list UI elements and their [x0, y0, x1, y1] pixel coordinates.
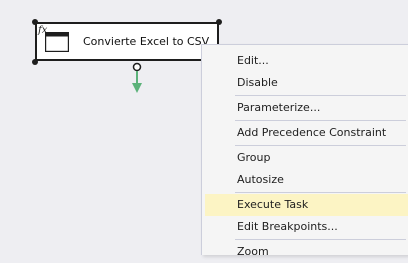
menu-item-disable[interactable]: Disable [205, 72, 408, 94]
menu-item-autosize[interactable]: Autosize [205, 169, 408, 191]
menu-item-group[interactable]: Group [205, 147, 408, 169]
menu-item-execute-task[interactable]: Execute Task [205, 194, 408, 216]
menu-separator [235, 239, 406, 240]
menu-item-zoom[interactable]: Zoom [205, 241, 408, 263]
window-task-icon [45, 32, 69, 52]
menu-separator [235, 145, 406, 146]
menu-item-edit[interactable]: Edit... [205, 50, 408, 72]
task-convierte-excel-to-csv[interactable]: fx Convierte Excel to CSV [35, 22, 219, 61]
precedence-connector-arrow[interactable] [129, 62, 145, 96]
menu-item-add-precedence-constraint[interactable]: Add Precedence Constraint [205, 122, 408, 144]
menu-separator [235, 192, 406, 193]
selection-handle-top-right[interactable] [216, 19, 222, 25]
menu-item-parameterize[interactable]: Parameterize... [205, 97, 408, 119]
menu-separator [235, 120, 406, 121]
context-menu: Edit... Disable Parameterize... Add Prec… [201, 44, 408, 258]
selection-handle-bottom-left[interactable] [32, 59, 38, 65]
task-title: Convierte Excel to CSV [83, 35, 210, 48]
menu-separator [235, 95, 406, 96]
menu-item-edit-breakpoints[interactable]: Edit Breakpoints... [205, 216, 408, 238]
selection-handle-top-left[interactable] [32, 19, 38, 25]
